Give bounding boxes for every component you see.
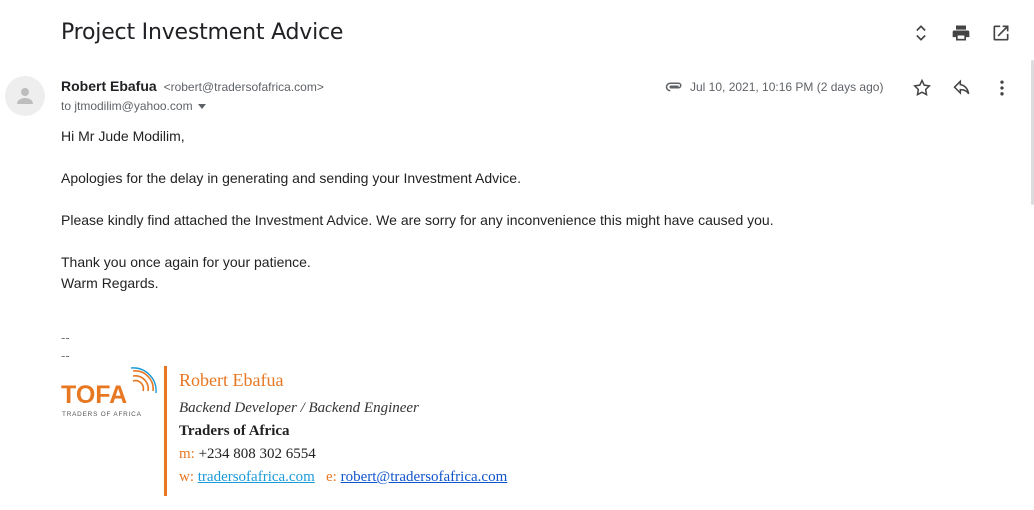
message-meta: Jul 10, 2021, 10:16 PM (2 days ago) [665,78,883,96]
tofa-logo: TOFA TRADERS OF AFRICA [61,367,157,418]
avatar-person-icon [17,88,33,104]
signature-title: Backend Developer / Backend Engineer [179,400,419,416]
chevron-down-icon[interactable] [197,103,206,109]
open-in-new-icon[interactable] [990,22,1012,44]
thread-toolbar [910,22,1012,44]
phone-label: m: [179,446,195,462]
message-date: Jul 10, 2021, 10:16 PM (2 days ago) [690,80,884,94]
signature-name: Robert Ebafua [179,370,284,390]
signature-links-line: w: tradersofafrica.com e: robert@traders… [179,469,507,486]
message-actions [910,76,1014,100]
reply-icon[interactable] [950,76,974,100]
signature-separator: -- [61,330,70,345]
email-link[interactable]: robert@tradersofafrica.com [341,469,508,485]
email-label: e: [326,469,337,485]
recipient-text: to jtmodilim@yahoo.com [61,99,193,113]
star-icon[interactable] [910,76,934,100]
body-paragraph-2: Please kindly find attached the Investme… [61,212,774,228]
logo-subtext: TRADERS OF AFRICA [62,411,142,418]
website-link[interactable]: tradersofafrica.com [198,469,315,485]
message-body: Hi Mr Jude Modilim, Apologies for the de… [61,126,774,294]
attachment-icon [665,82,682,92]
avatar[interactable] [5,76,45,116]
sender-email: <robert@tradersofafrica.com> [163,80,324,94]
greeting: Hi Mr Jude Modilim, [61,128,185,144]
signature-block: Robert Ebafua Backend Developer / Backen… [179,370,507,492]
body-paragraph-3: Thank you once again for your patience. [61,254,311,270]
signature-divider [164,366,167,496]
signature-separator-2: -- [61,348,70,363]
sender-name[interactable]: Robert Ebafua [61,78,157,94]
web-label: w: [179,469,194,485]
closing: Warm Regards. [61,275,159,291]
signature-phone-line: m: +234 808 302 6554 [179,446,507,463]
expand-collapse-icon[interactable] [910,22,932,44]
logo-text: TOFA [61,381,127,409]
signature-company: Traders of Africa [179,423,290,439]
more-vert-icon[interactable] [990,76,1014,100]
email-subject: Project Investment Advice [61,20,344,45]
body-paragraph-1: Apologies for the delay in generating an… [61,170,521,186]
print-icon[interactable] [950,22,972,44]
signature-phone: +234 808 302 6554 [198,446,316,462]
recipient-line: to jtmodilim@yahoo.com [61,99,206,113]
sender-info: Robert Ebafua <robert@tradersofafrica.co… [61,78,324,94]
